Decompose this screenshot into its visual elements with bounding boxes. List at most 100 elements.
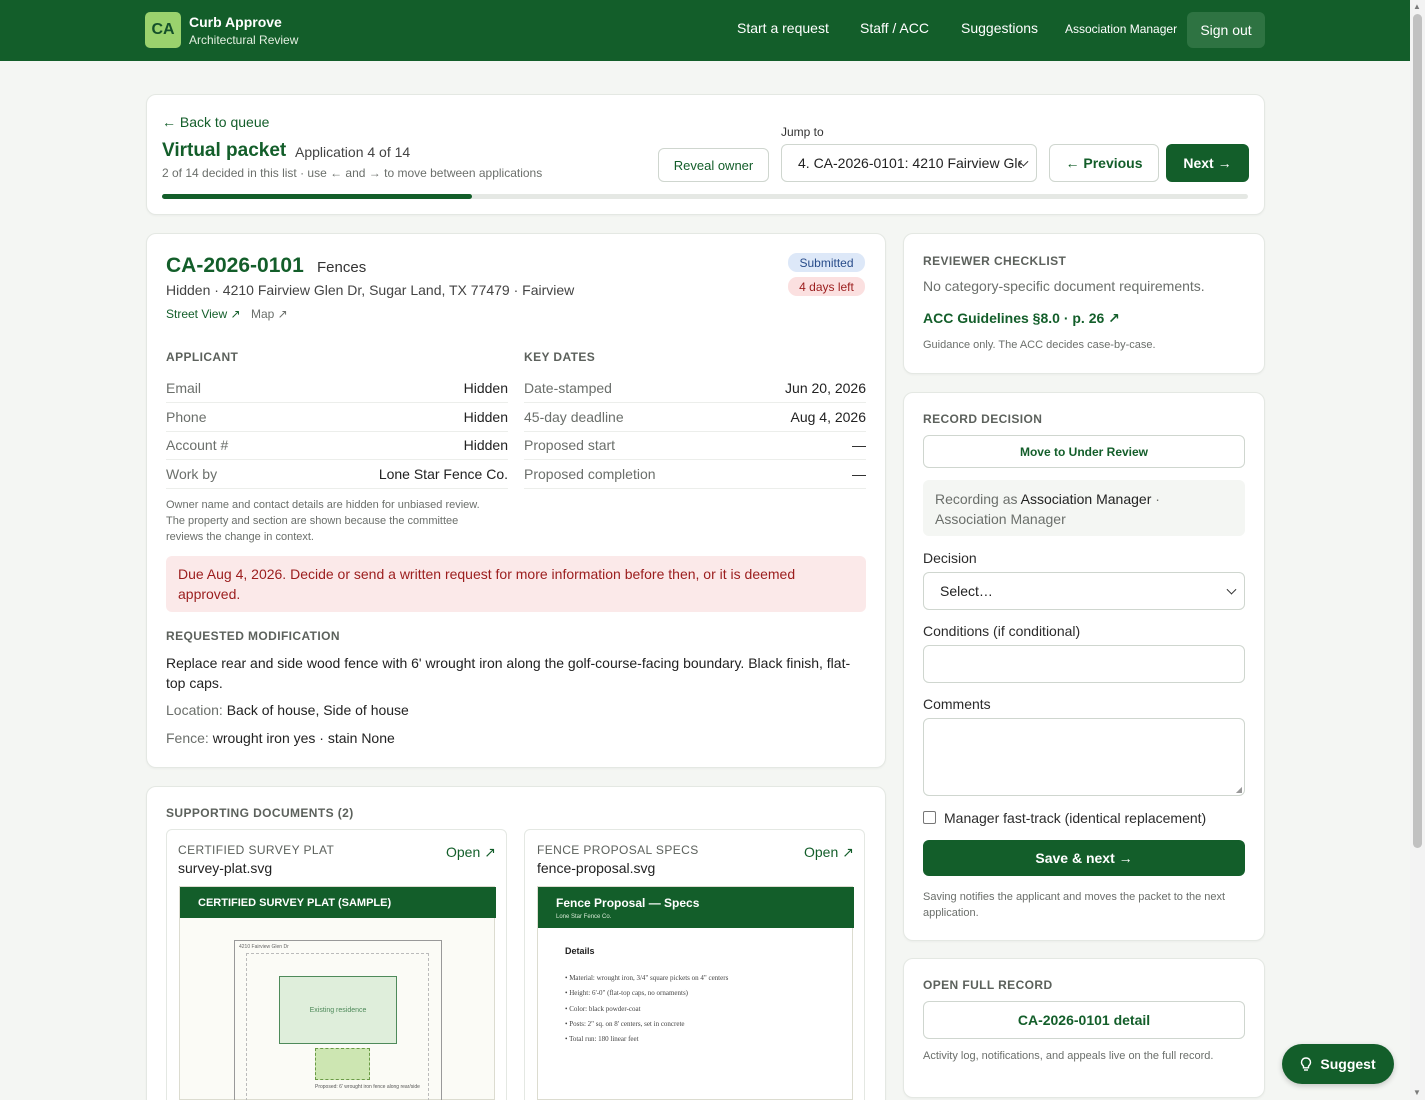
next-button[interactable]: Next → <box>1166 144 1249 182</box>
nav-suggestions[interactable]: Suggestions <box>961 20 1038 36</box>
decision-select[interactable]: Select… <box>923 572 1245 610</box>
field-value: — <box>852 466 866 482</box>
fast-track-label[interactable]: Manager fast-track (identical replacemen… <box>944 810 1206 826</box>
fence-line: Fence: wrought iron yes · stain None <box>166 730 395 746</box>
preview-title: CERTIFIED SURVEY PLAT (SAMPLE) <box>180 887 496 918</box>
fast-track-checkbox[interactable] <box>923 811 936 824</box>
document-kind: CERTIFIED SURVEY PLAT <box>178 843 335 857</box>
suggest-button[interactable]: Suggest <box>1282 1044 1394 1084</box>
fence-value: wrought iron yes · stain None <box>212 730 395 746</box>
field-label: Date-stamped <box>524 380 612 396</box>
field-value: Hidden <box>463 409 508 425</box>
field-value: Hidden <box>463 437 508 453</box>
packet-title: Virtual packet <box>162 140 287 161</box>
recording-as-box: Recording as Association Manager · Assoc… <box>923 480 1245 536</box>
applicant-row-email: Email Hidden <box>166 374 508 403</box>
field-label: Work by <box>166 466 218 482</box>
brand-subtitle: Architectural Review <box>189 33 299 47</box>
save-next-button[interactable]: Save & next → <box>923 840 1245 876</box>
field-value: — <box>852 437 866 453</box>
decision-section-label: RECORD DECISION <box>923 412 1043 426</box>
jump-to-label: Jump to <box>781 125 824 139</box>
open-survey-plat-link[interactable]: Open ↗ <box>446 844 496 861</box>
date-row-start: Proposed start — <box>524 431 866 460</box>
save-note: Saving notifies the applicant and moves … <box>923 891 1226 919</box>
preview-title: Fence Proposal — Specs <box>556 896 700 910</box>
field-label: Proposed start <box>524 437 616 453</box>
field-value: Hidden <box>463 380 508 396</box>
top-bar: CA Curb Approve Architectural Review Sta… <box>0 0 1410 61</box>
reveal-owner-button[interactable]: Reveal owner <box>658 148 769 182</box>
location-line: Location: Back of house, Side of house <box>166 702 409 718</box>
documents-section-label: SUPPORTING DOCUMENTS (2) <box>166 806 354 820</box>
applicant-row-work-by: Work by Lone Star Fence Co. <box>166 460 508 489</box>
map-link[interactable]: Map ↗ <box>251 307 288 321</box>
field-label: Proposed completion <box>524 466 656 482</box>
deadline-alert: Due Aug 4, 2026. Decide or send a writte… <box>166 556 866 612</box>
jump-to-value: 4. CA-2026-0101: 4210 Fairview Glen Dr <box>798 155 1022 171</box>
recording-prefix: Recording as <box>935 491 1018 507</box>
full-record-button[interactable]: CA-2026-0101 detail <box>923 1001 1245 1039</box>
recording-name: Association Manager <box>1020 491 1152 507</box>
details-bullet: • Height: 6'-0" (flat-top caps, no ornam… <box>565 989 689 997</box>
comments-textarea[interactable]: ◢ <box>923 718 1245 796</box>
applicant-row-phone: Phone Hidden <box>166 403 508 432</box>
full-record-note: Activity log, notifications, and appeals… <box>923 1050 1214 1062</box>
details-bullet: • Posts: 2" sq. on 8' centers, set in co… <box>565 1020 685 1028</box>
date-row-completion: Proposed completion — <box>524 460 866 489</box>
open-fence-proposal-link[interactable]: Open ↗ <box>804 844 854 861</box>
location-value: Back of house, Side of house <box>226 702 409 718</box>
application-category: Fences <box>317 259 367 276</box>
field-label: Email <box>166 380 202 396</box>
application-address: Hidden · 4210 Fairview Glen Dr, Sugar La… <box>166 282 575 298</box>
decision-select-value: Select… <box>940 583 993 599</box>
field-value: Aug 4, 2026 <box>790 409 866 425</box>
applicant-row-account: Account # Hidden <box>166 431 508 460</box>
deadline-badge: 4 days left <box>788 277 865 296</box>
field-label: 45-day deadline <box>524 409 624 425</box>
back-to-queue-link[interactable]: ← Back to queue <box>162 114 269 130</box>
details-bullet: • Color: black powder-coat <box>565 1005 641 1013</box>
key-dates-section-label: KEY DATES <box>524 350 596 364</box>
fence-label: Fence: <box>166 730 209 746</box>
nav-staff-acc[interactable]: Staff / ACC <box>860 20 929 36</box>
decision-label: Decision <box>923 550 977 566</box>
previous-button[interactable]: ← Previous <box>1049 144 1159 182</box>
guidelines-link[interactable]: ACC Guidelines §8.0 · p. 26 ↗ <box>923 310 1120 327</box>
move-under-review-button[interactable]: Move to Under Review <box>923 435 1245 468</box>
brand-name[interactable]: Curb Approve <box>189 14 282 30</box>
location-label: Location: <box>166 702 223 718</box>
current-role: Association Manager <box>1065 22 1178 36</box>
application-id: CA-2026-0101 <box>166 254 304 277</box>
survey-plat-preview[interactable]: CERTIFIED SURVEY PLAT (SAMPLE) 4210 Fair… <box>179 886 496 1100</box>
field-label: Account # <box>166 437 229 453</box>
suggest-label: Suggest <box>1320 1056 1376 1072</box>
document-filename: fence-proposal.svg <box>537 860 656 876</box>
checklist-note: Guidance only. The ACC decides case-by-c… <box>923 339 1156 351</box>
nav-start-request[interactable]: Start a request <box>737 20 829 36</box>
comments-label: Comments <box>923 696 991 712</box>
conditions-input[interactable] <box>923 645 1245 683</box>
scroll-down-icon[interactable]: ▼ <box>1413 1088 1421 1097</box>
scrollbar-thumb[interactable] <box>1413 14 1422 848</box>
status-badge: Submitted <box>788 253 865 272</box>
scroll-up-icon[interactable]: ▲ <box>1413 2 1421 11</box>
packet-hint: 2 of 14 decided in this list · use ← and… <box>162 166 543 180</box>
progress-fill <box>162 194 472 199</box>
resize-handle-icon[interactable]: ◢ <box>1236 785 1242 794</box>
sign-out-button[interactable]: Sign out <box>1187 12 1265 48</box>
street-view-link[interactable]: Street View ↗ <box>166 307 241 321</box>
checklist-text: No category-specific document requiremen… <box>923 278 1205 294</box>
packet-position: Application 4 of 14 <box>295 144 411 160</box>
modification-section-label: REQUESTED MODIFICATION <box>166 629 340 643</box>
details-bullet: • Material: wrought iron, 3/4" square pi… <box>565 974 729 982</box>
document-kind: FENCE PROPOSAL SPECS <box>537 843 699 857</box>
existing-residence: Existing residence <box>279 976 397 1044</box>
jump-to-select[interactable]: 4. CA-2026-0101: 4210 Fairview Glen Dr <box>781 144 1037 182</box>
logo[interactable]: CA <box>145 12 181 48</box>
proposed-label: Proposed: 6' wrought iron fence along re… <box>315 1084 420 1090</box>
full-record-section-label: OPEN FULL RECORD <box>923 978 1053 992</box>
conditions-label: Conditions (if conditional) <box>923 623 1081 639</box>
details-heading: Details <box>565 946 595 956</box>
fence-proposal-preview[interactable]: Fence Proposal — Specs Lone Star Fence C… <box>537 886 854 1100</box>
